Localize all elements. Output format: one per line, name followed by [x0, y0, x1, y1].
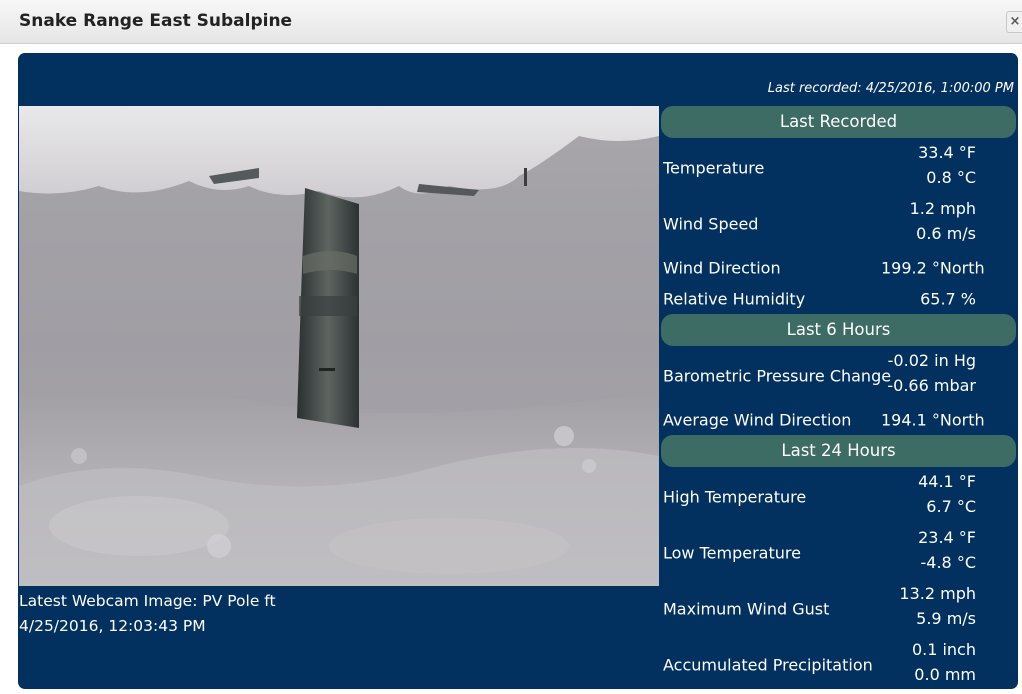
reading-value: 199.2 °North — [881, 258, 985, 277]
reading-value: 1.2 mph — [909, 199, 976, 218]
reading-label: Accumulated Precipitation — [663, 655, 873, 675]
station-panel: Last recorded: 4/25/2016, 1:00:00 PM Lat… — [18, 53, 1018, 689]
reading-value: 33.4 °F — [918, 143, 976, 162]
reading-value: 13.2 mph — [899, 584, 976, 603]
reading-label: Relative Humidity — [663, 289, 806, 308]
close-button[interactable]: × — [1006, 11, 1022, 33]
reading-value: 5.9 m/s — [916, 609, 976, 628]
reading-row: Low Temperature 23.4 °F -4.8 °C — [661, 525, 1016, 581]
reading-value: 0.0 mm — [914, 665, 976, 684]
reading-row: Wind Speed 1.2 mph 0.6 m/s — [661, 196, 1016, 252]
reading-row: Wind Direction 199.2 °North — [661, 252, 1016, 283]
close-icon: × — [1009, 14, 1021, 29]
last-recorded-timestamp: Last recorded: 4/25/2016, 1:00:00 PM — [767, 81, 1014, 96]
reading-row: Maximum Wind Gust 13.2 mph 5.9 m/s — [661, 581, 1016, 637]
reading-row: Accumulated Precipitation 0.1 inch 0.0 m… — [661, 637, 1016, 689]
reading-label: Average Wind Direction — [663, 410, 852, 429]
reading-value: 0.8 °C — [926, 168, 976, 187]
reading-label: Maximum Wind Gust — [663, 599, 830, 619]
reading-value: 44.1 °F — [918, 472, 976, 491]
reading-row: High Temperature 44.1 °F 6.7 °C — [661, 469, 1016, 525]
reading-value: -0.66 mbar — [887, 376, 976, 395]
webcam-caption-title: Latest Webcam Image: PV Pole ft — [19, 592, 276, 610]
reading-row: Relative Humidity 65.7 % — [661, 283, 1016, 314]
reading-row: Temperature 33.4 °F 0.8 °C — [661, 140, 1016, 196]
webcam-caption: Latest Webcam Image: PV Pole ft 4/25/201… — [19, 589, 276, 639]
reading-value: 65.7 % — [920, 289, 976, 308]
reading-row: Average Wind Direction 194.1 °North — [661, 404, 1016, 435]
reading-label: High Temperature — [663, 487, 807, 507]
reading-value: -0.02 in Hg — [887, 351, 976, 370]
section-header-last-24-hours: Last 24 Hours — [661, 435, 1016, 467]
reading-value: 194.1 °North — [881, 410, 985, 429]
reading-value: 0.1 inch — [911, 640, 976, 659]
reading-value: 6.7 °C — [926, 497, 976, 516]
webcam-caption-timestamp: 4/25/2016, 12:03:43 PM — [19, 617, 206, 635]
section-header-last-recorded: Last Recorded — [661, 106, 1016, 138]
reading-value: 0.6 m/s — [916, 224, 976, 243]
reading-label: Wind Speed — [663, 214, 759, 234]
webcam-image — [19, 106, 659, 586]
reading-label: Wind Direction — [663, 258, 781, 277]
reading-value: 23.4 °F — [918, 528, 976, 547]
dialog-title: Snake Range East Subalpine — [19, 11, 293, 31]
reading-label: Barometric Pressure Change — [663, 366, 892, 386]
reading-label: Temperature — [663, 158, 765, 178]
readings-column: Last Recorded Temperature 33.4 °F 0.8 °C… — [661, 106, 1016, 689]
section-header-last-6-hours: Last 6 Hours — [661, 314, 1016, 346]
reading-row: Barometric Pressure Change -0.02 in Hg -… — [661, 348, 1016, 404]
dialog-titlebar: Snake Range East Subalpine × — [0, 0, 1022, 44]
reading-value: -4.8 °C — [920, 553, 976, 572]
reading-label: Low Temperature — [663, 543, 801, 563]
